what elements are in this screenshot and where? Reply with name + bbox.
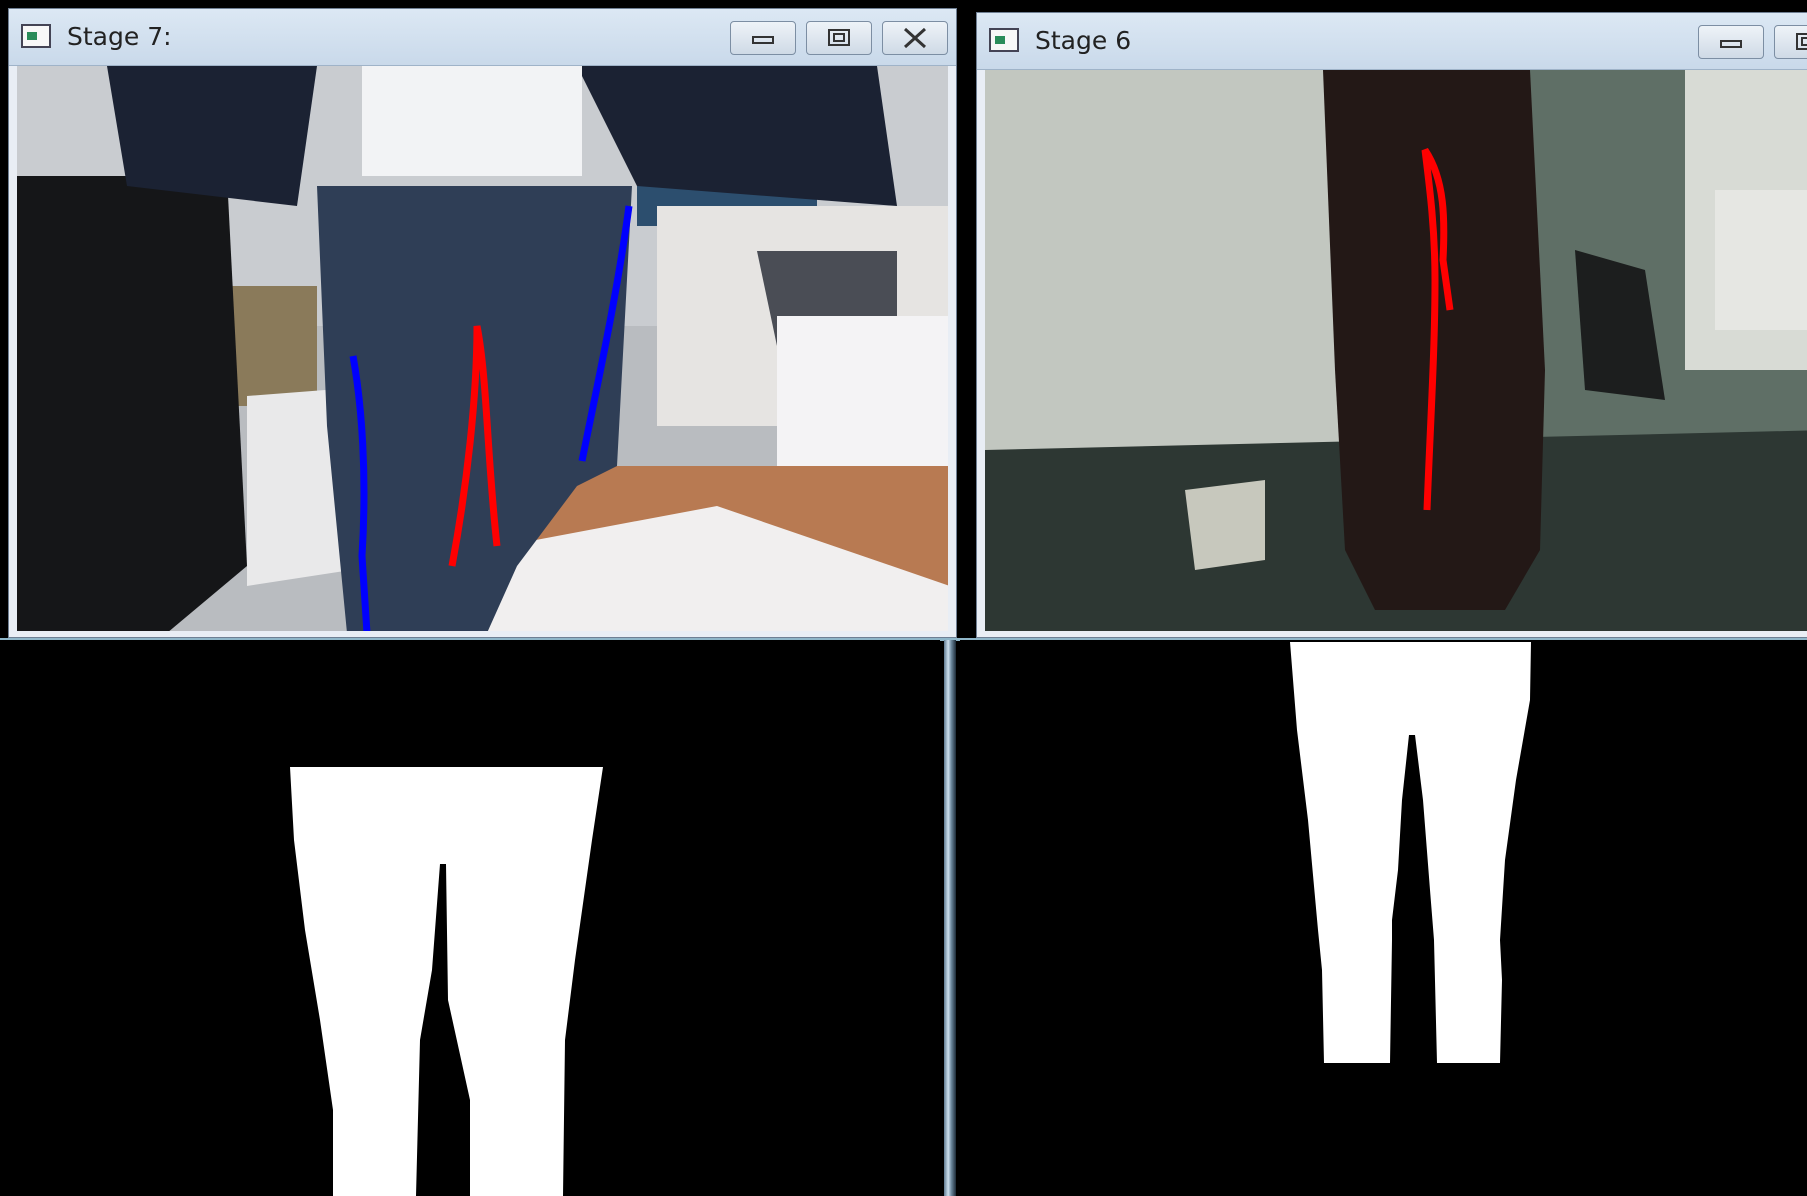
stage7-title: Stage 7: [67,22,172,51]
minimize-icon [752,36,774,44]
stage7-leg-mask [290,767,603,1196]
stage6-mask-window [960,640,1807,1196]
stage7-titlebar[interactable]: Stage 7: [9,9,956,66]
stage6-window: Stage 6 [976,12,1807,638]
stage7-camera-view [17,66,948,631]
stage6-scene-image [985,70,1807,631]
maximize-icon [1796,33,1807,50]
minimize-button[interactable] [1698,25,1764,59]
stage6-camera-view [985,70,1807,631]
stage6-titlebar[interactable]: Stage 6 [977,13,1807,70]
close-button[interactable] [882,21,948,55]
window-app-icon [989,28,1019,52]
window-divider [944,640,956,1196]
stage6-title: Stage 6 [1035,26,1132,55]
stage7-window: Stage 7: [8,8,957,638]
stage6-leg-mask [1290,642,1531,1063]
maximize-button[interactable] [1774,25,1807,59]
maximize-button[interactable] [806,21,872,55]
minimize-button[interactable] [730,21,796,55]
minimize-icon [1720,40,1742,48]
window-app-icon [21,24,51,48]
stage7-mask-window [0,640,940,1196]
close-icon [903,27,927,49]
stage7-scene-image [17,66,948,631]
maximize-icon [828,29,850,46]
